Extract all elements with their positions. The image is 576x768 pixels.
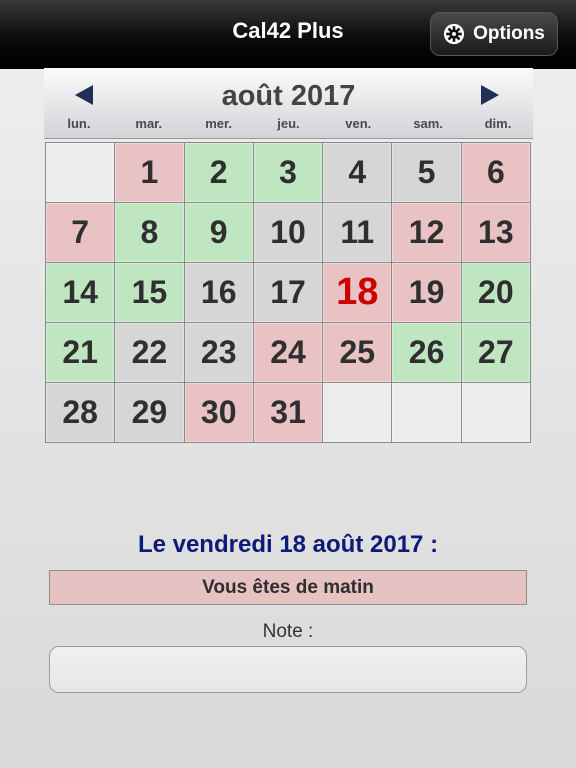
day-cell-10[interactable]: 10 bbox=[253, 203, 324, 263]
day-cell-29[interactable]: 29 bbox=[115, 383, 185, 443]
weekday-label: ven. bbox=[345, 116, 372, 131]
weekday-label: lun. bbox=[67, 116, 91, 131]
day-cell-28[interactable]: 28 bbox=[46, 383, 116, 443]
day-cell-12[interactable]: 12 bbox=[392, 203, 462, 263]
weekday-label: mar. bbox=[135, 116, 163, 131]
calendar-header: août 2017 lun. mar. mer. jeu. ven. sam. … bbox=[44, 68, 533, 139]
selected-date-heading: Le vendredi 18 août 2017 : bbox=[137, 531, 439, 558]
options-label: Options bbox=[473, 23, 545, 44]
day-cell-7[interactable]: 7 bbox=[46, 203, 116, 263]
day-cell-2[interactable]: 2 bbox=[184, 143, 254, 203]
day-cell-25[interactable]: 25 bbox=[323, 323, 393, 383]
note-input[interactable] bbox=[49, 646, 527, 693]
day-cell-empty bbox=[323, 383, 393, 443]
day-cell-5[interactable]: 5 bbox=[392, 143, 462, 203]
day-cell-16[interactable]: 16 bbox=[184, 263, 254, 323]
note-label: Note : bbox=[262, 621, 314, 642]
day-cell-21[interactable]: 21 bbox=[46, 323, 116, 383]
day-cell-1[interactable]: 1 bbox=[115, 143, 185, 203]
day-cell-23[interactable]: 23 bbox=[184, 323, 254, 383]
day-cell-8[interactable]: 8 bbox=[115, 203, 185, 263]
day-cell-18[interactable]: 18 bbox=[323, 263, 393, 323]
weekday-label: dim. bbox=[484, 116, 512, 131]
day-cell-20[interactable]: 20 bbox=[461, 263, 531, 323]
day-cell-27[interactable]: 27 bbox=[461, 323, 531, 383]
day-cell-4[interactable]: 4 bbox=[323, 143, 393, 203]
calendar-grid: 1 2 3 4 5 6 7 8 9 10 11 12 13 14 15 16 17 18 19 20 21 22 23 24 2… bbox=[45, 142, 531, 443]
day-cell-30[interactable]: 30 bbox=[184, 383, 254, 443]
triangle-right-icon bbox=[481, 85, 499, 105]
weekday-label: jeu. bbox=[277, 116, 300, 131]
gear-icon bbox=[444, 23, 465, 45]
day-cell-17[interactable]: 17 bbox=[253, 263, 324, 323]
day-cell-14[interactable]: 14 bbox=[46, 263, 116, 323]
top-bar: Cal42 Plus Options bbox=[0, 0, 576, 69]
day-cell-9[interactable]: 9 bbox=[184, 203, 254, 263]
day-cell-22[interactable]: 22 bbox=[115, 323, 185, 383]
weekday-row: lun. mar. mer. jeu. ven. sam. dim. bbox=[44, 116, 533, 131]
weekday-label: mer. bbox=[205, 116, 232, 131]
day-cell-empty bbox=[392, 383, 462, 443]
next-month-button[interactable] bbox=[477, 82, 503, 108]
day-cell-11[interactable]: 11 bbox=[323, 203, 393, 263]
day-cell-empty bbox=[461, 383, 531, 443]
day-cell-26[interactable]: 26 bbox=[392, 323, 462, 383]
day-cell-19[interactable]: 19 bbox=[392, 263, 462, 323]
day-cell-24[interactable]: 24 bbox=[253, 323, 324, 383]
options-button[interactable]: Options bbox=[430, 12, 558, 56]
shift-status-box: Vous êtes de matin bbox=[49, 570, 527, 605]
weekday-label: sam. bbox=[413, 116, 443, 131]
day-cell-3[interactable]: 3 bbox=[253, 143, 324, 203]
month-title: août 2017 bbox=[221, 80, 356, 112]
day-cell-empty bbox=[46, 143, 116, 203]
day-cell-6[interactable]: 6 bbox=[461, 143, 531, 203]
day-cell-15[interactable]: 15 bbox=[115, 263, 185, 323]
day-cell-13[interactable]: 13 bbox=[461, 203, 531, 263]
day-cell-31[interactable]: 31 bbox=[253, 383, 324, 443]
